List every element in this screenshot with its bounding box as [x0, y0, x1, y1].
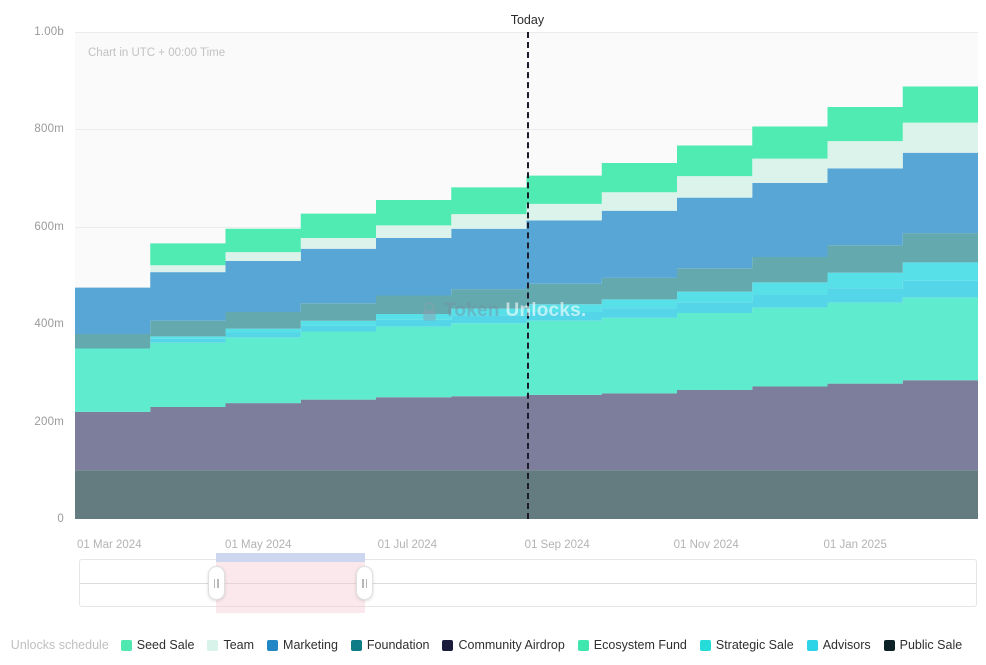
legend-swatch: [700, 640, 711, 651]
legend-item-seed-sale[interactable]: Seed Sale: [121, 638, 195, 652]
legend-swatch: [267, 640, 278, 651]
chart-area: 0200m400m600m800m1.00b 01 Mar 202401 May…: [0, 0, 986, 560]
legend-item-strategic-sale[interactable]: Strategic Sale: [700, 638, 794, 652]
legend-swatch: [884, 640, 895, 651]
legend-item-label: Public Sale: [900, 638, 963, 652]
legend-swatch: [807, 640, 818, 651]
range-grip-dots: [216, 548, 364, 556]
legend-item-team[interactable]: Team: [207, 638, 254, 652]
legend-item-ecosystem-fund[interactable]: Ecosystem Fund: [578, 638, 687, 652]
legend-item-label: Community Airdrop: [458, 638, 564, 652]
legend-item-label: Ecosystem Fund: [594, 638, 687, 652]
legend-item-marketing[interactable]: Marketing: [267, 638, 338, 652]
range-selection-drag-bar[interactable]: [216, 553, 364, 562]
token-unlock-chart-page: 0200m400m600m800m1.00b 01 Mar 202401 May…: [0, 0, 986, 665]
legend-item-community-airdrop[interactable]: Community Airdrop: [442, 638, 564, 652]
legend-swatch: [351, 640, 362, 651]
legend-title: Unlocks schedule: [11, 638, 109, 652]
today-marker-label: Today: [511, 13, 544, 27]
legend-swatch: [121, 640, 132, 651]
legend-item-label: Marketing: [283, 638, 338, 652]
today-marker-line: [527, 32, 529, 519]
legend-item-label: Advisors: [823, 638, 871, 652]
legend-swatch: [442, 640, 453, 651]
chart-legend: Unlocks schedule Seed Sale Team Marketing F…: [0, 631, 986, 659]
legend-item-public-sale[interactable]: Public Sale: [884, 638, 963, 652]
legend-swatch: [207, 640, 218, 651]
legend-item-foundation[interactable]: Foundation: [351, 638, 430, 652]
range-selection-window[interactable]: [216, 553, 364, 613]
legend-item-advisors[interactable]: Advisors: [807, 638, 871, 652]
legend-item-label: Strategic Sale: [716, 638, 794, 652]
legend-item-label: Foundation: [367, 638, 430, 652]
range-handle-left[interactable]: [208, 566, 225, 600]
stacked-area-series: [0, 0, 986, 560]
legend-swatch: [578, 640, 589, 651]
range-handle-right[interactable]: [356, 566, 373, 600]
legend-item-label: Team: [223, 638, 254, 652]
legend-item-label: Seed Sale: [137, 638, 195, 652]
range-selector[interactable]: [79, 559, 977, 607]
